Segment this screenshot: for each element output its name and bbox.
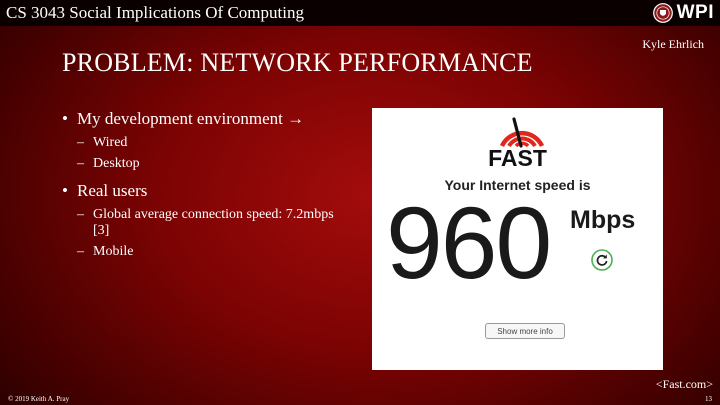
speedometer-icon <box>499 117 545 148</box>
speed-value: 960 <box>386 186 552 300</box>
bullet-item: • Real users <box>62 180 352 202</box>
sub-bullet-item: – Mobile <box>77 244 352 260</box>
sub-bullet-text: Desktop <box>93 156 140 171</box>
page-number: 13 <box>705 395 712 403</box>
dash-marker: – <box>77 244 84 259</box>
sub-bullet-item: – Desktop <box>77 156 352 172</box>
copyright: © 2019 Keith A. Pray <box>8 395 70 403</box>
bullet-text: Real users <box>77 181 148 200</box>
sub-bullet-text: Mobile <box>93 244 134 259</box>
reload-icon[interactable] <box>591 249 613 271</box>
dash-marker: – <box>77 207 84 222</box>
slide-title: PROBLEM: NETWORK PERFORMANCE <box>62 48 533 77</box>
show-more-button[interactable]: Show more info <box>485 323 565 339</box>
dash-marker: – <box>77 156 84 171</box>
slide: CS 3043 Social Implications Of Computing… <box>0 0 720 405</box>
fast-screenshot: FAST Your Internet speed is 960 Mbps Sho… <box>372 108 663 370</box>
bullet-item: • My development environment → <box>62 108 352 130</box>
sub-bullet-item: – Wired <box>77 135 352 151</box>
fast-brand: FAST <box>488 145 547 171</box>
bullet-marker: • <box>62 181 68 200</box>
author-name: Kyle Ehrlich <box>642 37 704 51</box>
top-bar: CS 3043 Social Implications Of Computing… <box>0 0 720 26</box>
bullet-list: • My development environment → – Wired –… <box>62 108 352 260</box>
sub-bullet-text: Wired <box>93 135 128 150</box>
course-title: CS 3043 Social Implications Of Computing <box>6 3 304 22</box>
bullet-marker: • <box>62 109 68 128</box>
wpi-logo-text: WPI <box>676 2 714 23</box>
sub-bullet-item: – Global average connection speed: 7.2mb… <box>77 207 352 239</box>
dash-marker: – <box>77 135 84 150</box>
image-source: <Fast.com> <box>655 377 713 391</box>
speed-unit: Mbps <box>570 206 636 234</box>
wpi-seal-icon <box>652 3 673 23</box>
sub-bullet-text: Global average connection speed: 7.2mbps… <box>93 207 334 238</box>
bullet-text: My development environment → <box>77 109 305 128</box>
wpi-logo: WPI <box>652 2 714 24</box>
